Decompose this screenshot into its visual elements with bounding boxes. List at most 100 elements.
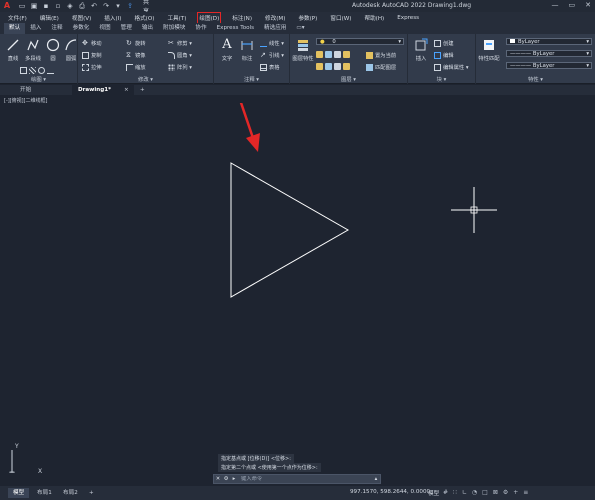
fillet-button[interactable]: 圆角 ▾ xyxy=(168,51,192,59)
layer-lock-icon[interactable] xyxy=(343,51,350,58)
tab-parametric[interactable]: 参数化 xyxy=(68,23,95,34)
tab-home[interactable]: 默认 xyxy=(4,23,26,34)
rectangle-icon[interactable] xyxy=(20,67,27,74)
new-tab-icon[interactable]: + xyxy=(134,85,151,95)
osnap-icon[interactable]: □ xyxy=(482,489,488,496)
array-button[interactable]: 阵列 ▾ xyxy=(168,63,192,71)
layer-dropdown[interactable]: ● 0 ▾ xyxy=(316,38,404,45)
chevron-up-icon[interactable]: ▴ xyxy=(372,476,380,482)
layer-thaw-icon[interactable] xyxy=(334,63,341,70)
tab-layout2[interactable]: 布局2 xyxy=(58,488,83,498)
hatch-icon[interactable] xyxy=(29,67,36,74)
minimize-icon[interactable]: — xyxy=(552,1,559,9)
triangle-shape[interactable] xyxy=(230,162,350,298)
menu-view[interactable]: 视图(V) xyxy=(72,14,91,22)
model-space-toggle[interactable]: 模型 xyxy=(428,489,439,497)
polar-icon[interactable]: ◔ xyxy=(472,489,477,496)
menu-draw[interactable]: 绘图(D) xyxy=(197,11,222,24)
layer-unisolate-icon[interactable] xyxy=(325,63,332,70)
layers-group-label[interactable]: 图层 ▾ xyxy=(290,75,407,83)
rotate-button[interactable]: ↻ 旋转 xyxy=(126,39,146,47)
stretch-button[interactable]: 拉伸 xyxy=(82,63,102,71)
line-button[interactable]: 直线 xyxy=(2,38,24,66)
menu-dimension[interactable]: 标注(N) xyxy=(232,14,252,22)
close-icon[interactable]: ✕ xyxy=(585,1,591,9)
annotation-group-label[interactable]: 注释 ▾ xyxy=(214,75,289,83)
menu-modify[interactable]: 修改(M) xyxy=(265,14,285,22)
coordinates-readout[interactable]: 997.1570, 598.2644, 0.0000 xyxy=(350,489,430,495)
menu-edit[interactable]: 编辑(E) xyxy=(40,14,59,22)
move-button[interactable]: ✥ 移动 xyxy=(82,39,102,47)
maximize-icon[interactable]: ▭ xyxy=(569,1,576,9)
web-icon[interactable]: ◈ xyxy=(66,2,74,10)
print-icon[interactable]: ⎙ xyxy=(78,2,86,11)
trim-button[interactable]: ✂ 修剪 ▾ xyxy=(168,39,192,47)
command-input[interactable] xyxy=(238,476,372,482)
tab-manage[interactable]: 管理 xyxy=(116,23,137,34)
tab-addins[interactable]: 附加模块 xyxy=(158,23,190,34)
polyline-button[interactable]: 多段线 xyxy=(22,38,44,66)
dimension-button[interactable]: 标注 xyxy=(236,38,258,66)
text-button[interactable]: A 文字 xyxy=(216,38,238,66)
layer-freeze-icon[interactable] xyxy=(334,51,341,58)
save-icon[interactable]: ▪ xyxy=(42,2,50,10)
dropdown-icon[interactable]: ▾ xyxy=(114,2,122,10)
tab-express-tools[interactable]: Express Tools xyxy=(212,23,259,34)
close-icon[interactable]: ✕ xyxy=(214,476,222,482)
create-block-button[interactable]: 创建 xyxy=(434,39,454,47)
menu-tools[interactable]: 工具(T) xyxy=(167,14,186,22)
draw-group-label[interactable]: 绘图 ▾ xyxy=(0,75,77,83)
set-current-button[interactable]: 置为当前 xyxy=(366,51,396,59)
menu-parametric[interactable]: 参数(P) xyxy=(298,14,317,22)
ortho-icon[interactable]: ∟ xyxy=(462,489,467,496)
layer-unlock-icon[interactable] xyxy=(343,63,350,70)
properties-group-label[interactable]: 特性 ▾ xyxy=(476,75,595,83)
grid-icon[interactable]: # xyxy=(443,489,448,496)
tab-close-icon[interactable]: × xyxy=(124,85,129,95)
table-button[interactable]: 表格 xyxy=(260,63,280,71)
share-icon[interactable]: ⇪ xyxy=(126,2,134,10)
gear-icon[interactable]: ⚙ xyxy=(503,489,508,496)
tab-featured-apps[interactable]: 精选应用 xyxy=(259,23,291,34)
snap-icon[interactable]: ∷ xyxy=(453,489,457,496)
edit-block-button[interactable]: 编辑 xyxy=(434,51,454,59)
leader-button[interactable]: ↗ 引线 ▾ xyxy=(260,51,284,59)
save-as-icon[interactable]: ▫ xyxy=(54,2,62,10)
match-layer-button[interactable]: 匹配图层 xyxy=(366,63,396,71)
tab-layout1[interactable]: 布局1 xyxy=(32,488,57,498)
tab-start[interactable]: 开始 xyxy=(14,85,37,95)
menu-icon[interactable]: ≡ xyxy=(523,489,528,496)
tab-annotate[interactable]: 注释 xyxy=(46,23,67,34)
tab-output[interactable]: 输出 xyxy=(137,23,158,34)
linetype-dropdown[interactable]: ———— ByLayer ▾ xyxy=(506,50,592,57)
tab-view[interactable]: 视图 xyxy=(94,23,115,34)
block-group-label[interactable]: 块 ▾ xyxy=(408,75,475,83)
menu-help[interactable]: 帮助(H) xyxy=(364,14,384,22)
menu-express[interactable]: Express xyxy=(397,15,419,21)
plus-icon[interactable]: + xyxy=(513,489,518,496)
mirror-button[interactable]: ⧖ 镜像 xyxy=(126,51,146,59)
menu-format[interactable]: 格式(O) xyxy=(134,14,154,22)
insert-block-button[interactable]: 插入 xyxy=(410,38,432,66)
tab-collaborate[interactable]: 协作 xyxy=(190,23,211,34)
autocad-logo[interactable]: A xyxy=(0,0,14,12)
wrench-icon[interactable]: ⚙ xyxy=(222,476,230,482)
scale-button[interactable]: 缩放 xyxy=(126,63,146,71)
layer-on-icon[interactable] xyxy=(316,63,323,70)
spline-icon[interactable] xyxy=(47,67,54,74)
copy-button[interactable]: 复制 xyxy=(82,51,102,59)
open-folder-icon[interactable]: ▣ xyxy=(30,2,38,10)
drawing-canvas[interactable] xyxy=(0,103,595,473)
ellipse-icon[interactable] xyxy=(38,67,45,74)
menu-insert[interactable]: 插入(I) xyxy=(104,14,121,22)
add-layout-icon[interactable]: + xyxy=(84,488,99,498)
new-file-icon[interactable]: ▭ xyxy=(18,2,26,10)
tab-insert[interactable]: 插入 xyxy=(25,23,46,34)
edit-attribute-button[interactable]: 编辑属性 ▾ xyxy=(434,63,469,71)
color-dropdown[interactable]: ByLayer ▾ xyxy=(506,38,592,45)
match-properties-button[interactable]: 特性匹配 xyxy=(478,38,500,66)
menu-window[interactable]: 窗口(W) xyxy=(330,14,351,22)
tab-model[interactable]: 模型 xyxy=(8,488,30,498)
layer-properties-button[interactable]: 图层特性 xyxy=(292,38,314,66)
layer-isolate-icon[interactable] xyxy=(325,51,332,58)
